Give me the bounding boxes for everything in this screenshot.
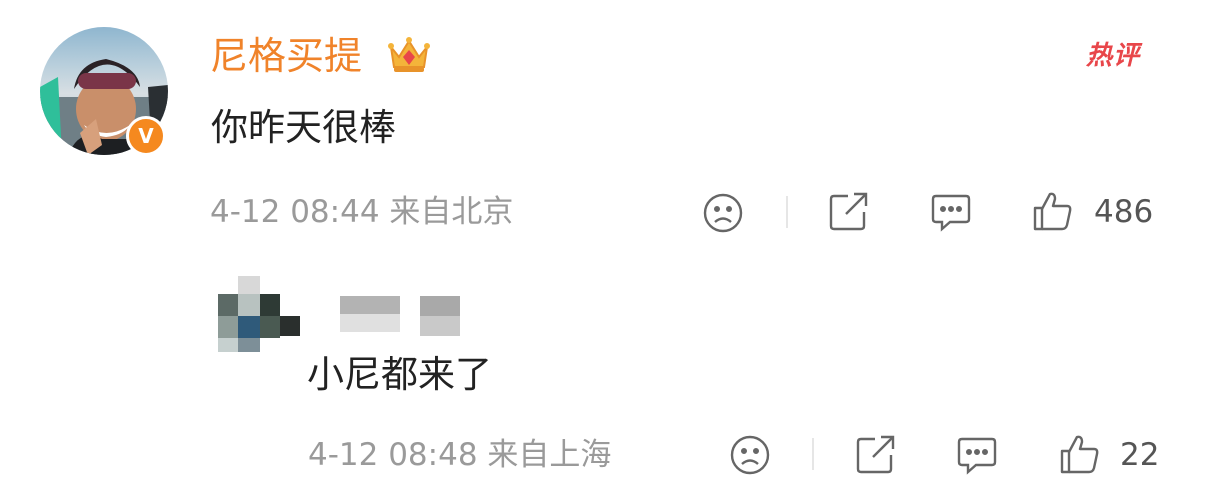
sad-face-icon[interactable]: [702, 192, 744, 238]
divider: [786, 196, 788, 228]
sad-face-icon[interactable]: [729, 434, 771, 480]
reply-badge-blurred: [420, 296, 460, 336]
crown-icon: [387, 35, 431, 79]
comment-bubble-icon[interactable]: [956, 435, 998, 479]
share-icon[interactable]: [828, 190, 870, 236]
divider: [812, 438, 814, 470]
verified-v-icon: V: [126, 116, 166, 156]
comment-meta: 4-12 08:44 来自北京: [210, 194, 514, 230]
comment-text: 你昨天很棒: [211, 106, 396, 149]
comment-bubble-icon[interactable]: [930, 192, 972, 236]
thumbs-up-icon[interactable]: [1032, 190, 1074, 236]
reply-username-blurred[interactable]: [340, 296, 400, 332]
hot-comment-badge: 热评: [1086, 41, 1141, 71]
like-count: 486: [1094, 194, 1154, 230]
reply-meta: 4-12 08:48 来自上海: [308, 437, 612, 473]
reply-text: 小尼都来了: [307, 353, 492, 396]
reply-avatar[interactable]: [218, 276, 302, 354]
thumbs-up-icon[interactable]: [1059, 433, 1101, 479]
share-icon[interactable]: [855, 433, 897, 479]
username[interactable]: 尼格买提: [210, 30, 362, 82]
like-count: 22: [1120, 437, 1160, 473]
